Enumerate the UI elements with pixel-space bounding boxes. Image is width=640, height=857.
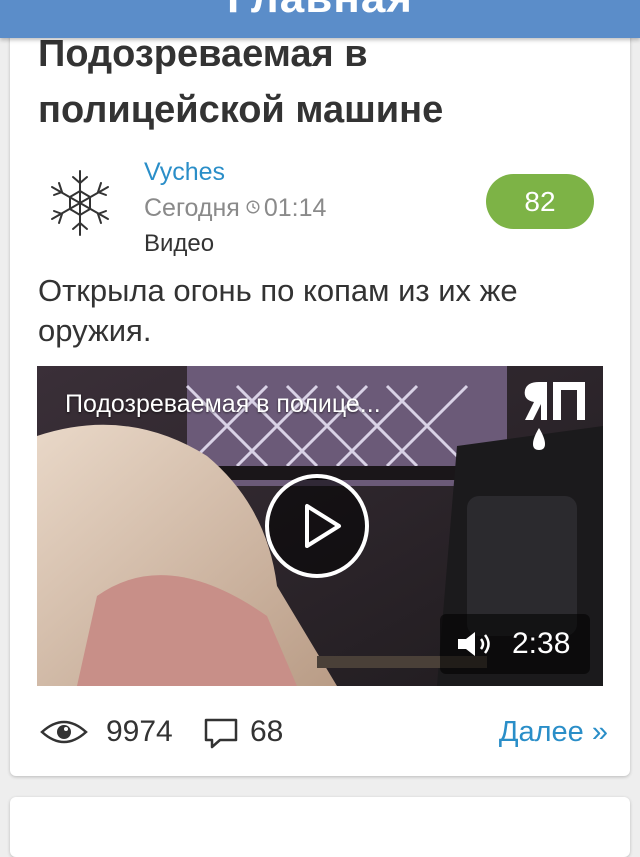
post-date: Сегодня (144, 194, 240, 222)
snowflake-avatar-icon[interactable] (40, 163, 120, 243)
post-time: 01:14 (263, 194, 327, 222)
post-category[interactable]: Видео (144, 228, 214, 260)
play-icon (305, 504, 341, 548)
site-logo (519, 376, 591, 454)
post-description: Открыла огонь по копам из их же оружия. (38, 273, 518, 348)
comment-count[interactable]: 68 (250, 708, 283, 756)
rating-badge[interactable]: 82 (486, 174, 594, 229)
play-button[interactable] (265, 474, 369, 578)
next-post-card (10, 797, 630, 857)
read-more-link[interactable]: Далее » (499, 708, 608, 756)
post-datetime: Сегодня 01:14 (144, 192, 326, 224)
video-duration: 2:38 (512, 627, 571, 660)
page-title: Главная (0, 0, 640, 24)
clock-icon (246, 200, 260, 214)
author-link[interactable]: Vyches (144, 156, 225, 188)
top-bar: Главная (0, 0, 640, 38)
video-title: Подозреваемая в полице... (65, 390, 381, 418)
post-title[interactable]: Подозреваемая в полицейской машине (38, 26, 608, 138)
comment-icon[interactable] (202, 716, 240, 750)
post-footer: 9974 68 Далее » (38, 708, 608, 756)
eye-icon (40, 720, 88, 744)
video-player[interactable]: Подозреваемая в полице... 2:38 (37, 366, 603, 686)
volume-duration-control[interactable]: 2:38 (440, 614, 590, 674)
logo-mark (524, 382, 585, 450)
post-card: Подозреваемая в полицейской машине Vyche… (10, 8, 630, 776)
speaker-icon[interactable] (456, 630, 496, 658)
view-count: 9974 (106, 715, 173, 748)
